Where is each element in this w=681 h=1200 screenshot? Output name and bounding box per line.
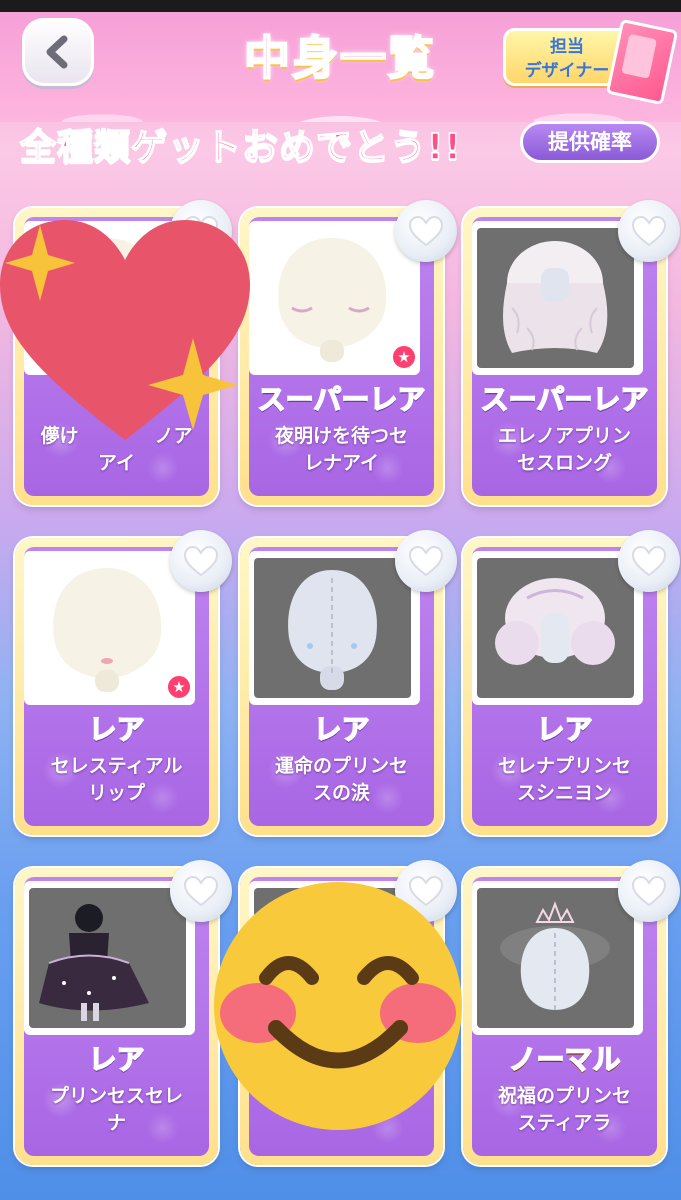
item-name-line2: リップ — [87, 782, 145, 804]
congrats-banner: 全種類ゲットおめでとう!! — [19, 126, 462, 169]
item-name: 運命のプリンセ スの涙 — [244, 753, 439, 807]
item-name-line1: 夜明けを待つセ — [274, 425, 408, 447]
page-title: 中身一覧 — [243, 30, 436, 86]
rarity-label: ノーマル — [508, 1042, 622, 1077]
item-thumbnail — [477, 558, 634, 698]
item-card[interactable]: レアセレスティアル リップ ★ — [15, 530, 232, 835]
item-name: エレノアプリン セスロング — [467, 423, 662, 477]
item-card[interactable]: レアセレナプリンセ スシニヨン — [463, 530, 680, 835]
dress-icon — [39, 904, 149, 1021]
heart-icon — [183, 545, 219, 577]
tiara-icon — [500, 901, 610, 1010]
back-button[interactable] — [22, 18, 94, 86]
item-thumbnail — [477, 888, 634, 1028]
item-name-line1: セレナプリンセ — [497, 755, 631, 777]
smiling-face-sticker — [214, 882, 462, 1130]
item-name-line1: 運命のプリンセ — [274, 755, 408, 777]
item-thumbnail — [254, 228, 411, 368]
item-thumbnail — [254, 558, 411, 698]
heart-icon — [631, 545, 667, 577]
item-thumbnail — [477, 228, 634, 368]
odds-button[interactable]: 提供確率 — [520, 121, 660, 163]
rarity-label: スーパーレア — [257, 382, 426, 417]
item-name: 祝福のプリンセ スティアラ — [467, 1083, 662, 1137]
status-bar — [0, 0, 681, 12]
heart-icon — [631, 215, 667, 247]
designer-button[interactable]: 担当 デザイナー — [503, 18, 679, 106]
favorite-button[interactable] — [618, 530, 680, 592]
rarity-label: レア — [88, 712, 146, 747]
favorite-button[interactable] — [618, 200, 680, 262]
item-name: セレナプリンセ スシニヨン — [467, 753, 662, 807]
item-name-line2: セスロング — [516, 452, 612, 474]
heart-icon — [631, 875, 667, 907]
item-thumbnail — [29, 888, 186, 1028]
favorite-button[interactable] — [395, 200, 457, 262]
item-name-line2: レナアイ — [303, 452, 380, 474]
item-name: 夜明けを待つセ レナアイ — [244, 423, 439, 477]
rarity-label: レア — [536, 712, 594, 747]
item-name-line2: スの涙 — [312, 782, 370, 804]
chevron-left-icon — [46, 35, 68, 69]
rarity-label: スーパーレア — [480, 382, 649, 417]
rarity-label: レア — [88, 1042, 146, 1077]
favorite-button[interactable] — [395, 530, 457, 592]
item-name: セレスティアル リップ — [19, 753, 214, 807]
item-card[interactable]: スーパーレアエレノアプリン セスロング — [463, 200, 680, 505]
item-name-line1: セレスティアル — [50, 755, 183, 777]
face-base-icon — [53, 568, 162, 692]
item-name-line2: ナ — [106, 1112, 126, 1134]
item-name-line2: スティアラ — [517, 1112, 612, 1134]
hair-icon — [503, 241, 608, 353]
star-icon: ★ — [165, 673, 193, 701]
heart-icon — [408, 545, 444, 577]
designer-label-line1: 担当 — [550, 37, 584, 57]
item-card[interactable]: レアプリンセスセレナ — [15, 860, 232, 1165]
favorite-button[interactable] — [618, 860, 680, 922]
item-card[interactable]: ノーマル祝福のプリンセ スティアラ — [463, 860, 680, 1165]
item-name-line1: エレノアプリン — [497, 425, 631, 447]
item-name-line1: プリンセスセレ — [49, 1085, 183, 1107]
face-base-icon — [278, 238, 387, 362]
item-name-line2: スシニヨン — [516, 782, 612, 804]
star-icon: ★ — [390, 343, 418, 371]
heart-icon — [408, 215, 444, 247]
item-card[interactable]: スーパーレア夜明けを待つセ レナアイ ★ — [240, 200, 457, 505]
item-card[interactable]: レア運命のプリンセ スの涙 — [240, 530, 457, 835]
hair-icon — [495, 578, 615, 665]
favorite-button[interactable] — [170, 530, 232, 592]
rarity-label: レア — [313, 712, 371, 747]
item-name: プリンセスセレナ — [19, 1083, 214, 1137]
item-name-line1: 祝福のプリンセ — [497, 1085, 631, 1107]
face-base-icon — [288, 570, 377, 690]
sparkling-heart-sticker — [0, 220, 250, 440]
item-thumbnail — [29, 558, 186, 698]
